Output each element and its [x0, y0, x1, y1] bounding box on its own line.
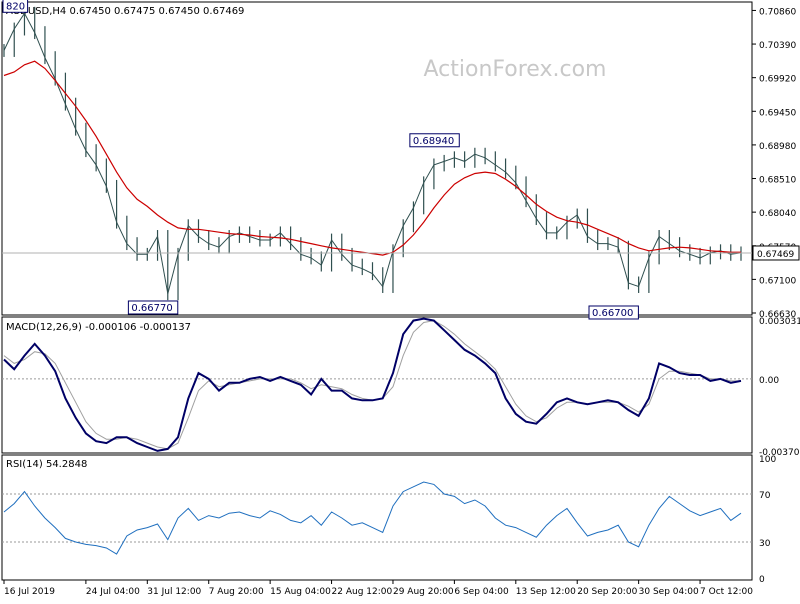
price-axis-layer: 0.70860 0.70390 0.69920 0.69450 0.68980 0.685… — [752, 7, 796, 320]
forex-chart: ActionForex.com AUDUSD,H4 0.67450 0.6747… — [1, 0, 800, 597]
price-tick-label: 0.70390 — [759, 41, 796, 51]
time-tick-label: 30 Sep 04:00 — [639, 587, 699, 597]
price-tick-label: 0.67100 — [759, 276, 796, 286]
macd-tick-label: 0.003031 — [759, 317, 800, 327]
rsi-tick-label: 0 — [759, 575, 765, 585]
time-tick-label: 22 Aug 12:00 — [332, 587, 393, 597]
macd-panel-title: MACD(12,26,9) -0.000106 -0.000137 — [6, 322, 191, 333]
price-tick-label: 0.68980 — [759, 142, 796, 152]
price-tick-label: 0.69920 — [759, 75, 796, 85]
rsi-panel-frame — [1, 454, 753, 581]
chart-canvas: ActionForex.com AUDUSD,H4 0.67450 0.6747… — [0, 0, 800, 600]
price-tick-label: 0.68510 — [759, 176, 796, 186]
time-tick-label: 7 Oct 12:00 — [700, 587, 753, 597]
time-tick-label: 31 Jul 12:00 — [147, 587, 201, 597]
price-tick-label: 0.68040 — [759, 209, 796, 219]
time-tick-label: 20 Sep 20:00 — [577, 587, 637, 597]
time-axis-layer: 16 Jul 2019 24 Jul 04:00 31 Jul 12:00 7 Aug… — [3, 580, 753, 597]
macd-tick-label: 0.00 — [759, 376, 779, 386]
price-label: 0.66700 — [592, 308, 633, 319]
current-price-label: 0.67469 — [757, 250, 794, 260]
time-tick-label: 24 Jul 04:00 — [86, 587, 140, 597]
rsi-tick-label: 70 — [759, 491, 771, 501]
watermark: ActionForex.com — [424, 57, 607, 82]
price-panel-frame — [1, 1, 753, 316]
price-label: 0.68940 — [413, 136, 454, 147]
rsi-tick-label: 100 — [759, 455, 776, 465]
time-tick-label: 16 Jul 2019 — [4, 587, 55, 597]
rsi-panel-title: RSI(14) 54.2848 — [6, 459, 87, 470]
price-tick-label: 0.69450 — [759, 108, 796, 118]
time-tick-label: 29 Aug 20:00 — [393, 587, 454, 597]
time-tick-label: 13 Sep 12:00 — [516, 587, 576, 597]
price-label: 820 — [6, 1, 25, 12]
price-tick-label: 0.70860 — [759, 7, 796, 17]
macd-panel-frame — [1, 316, 753, 454]
price-panel-title: AUDUSD,H4 0.67450 0.67475 0.67450 0.6746… — [6, 6, 244, 17]
time-tick-label: 15 Aug 04:00 — [270, 587, 331, 597]
price-label: 0.66770 — [131, 303, 172, 314]
time-tick-label: 7 Aug 20:00 — [209, 587, 264, 597]
rsi-tick-label: 30 — [759, 539, 771, 549]
time-tick-label: 6 Sep 04:00 — [454, 587, 509, 597]
